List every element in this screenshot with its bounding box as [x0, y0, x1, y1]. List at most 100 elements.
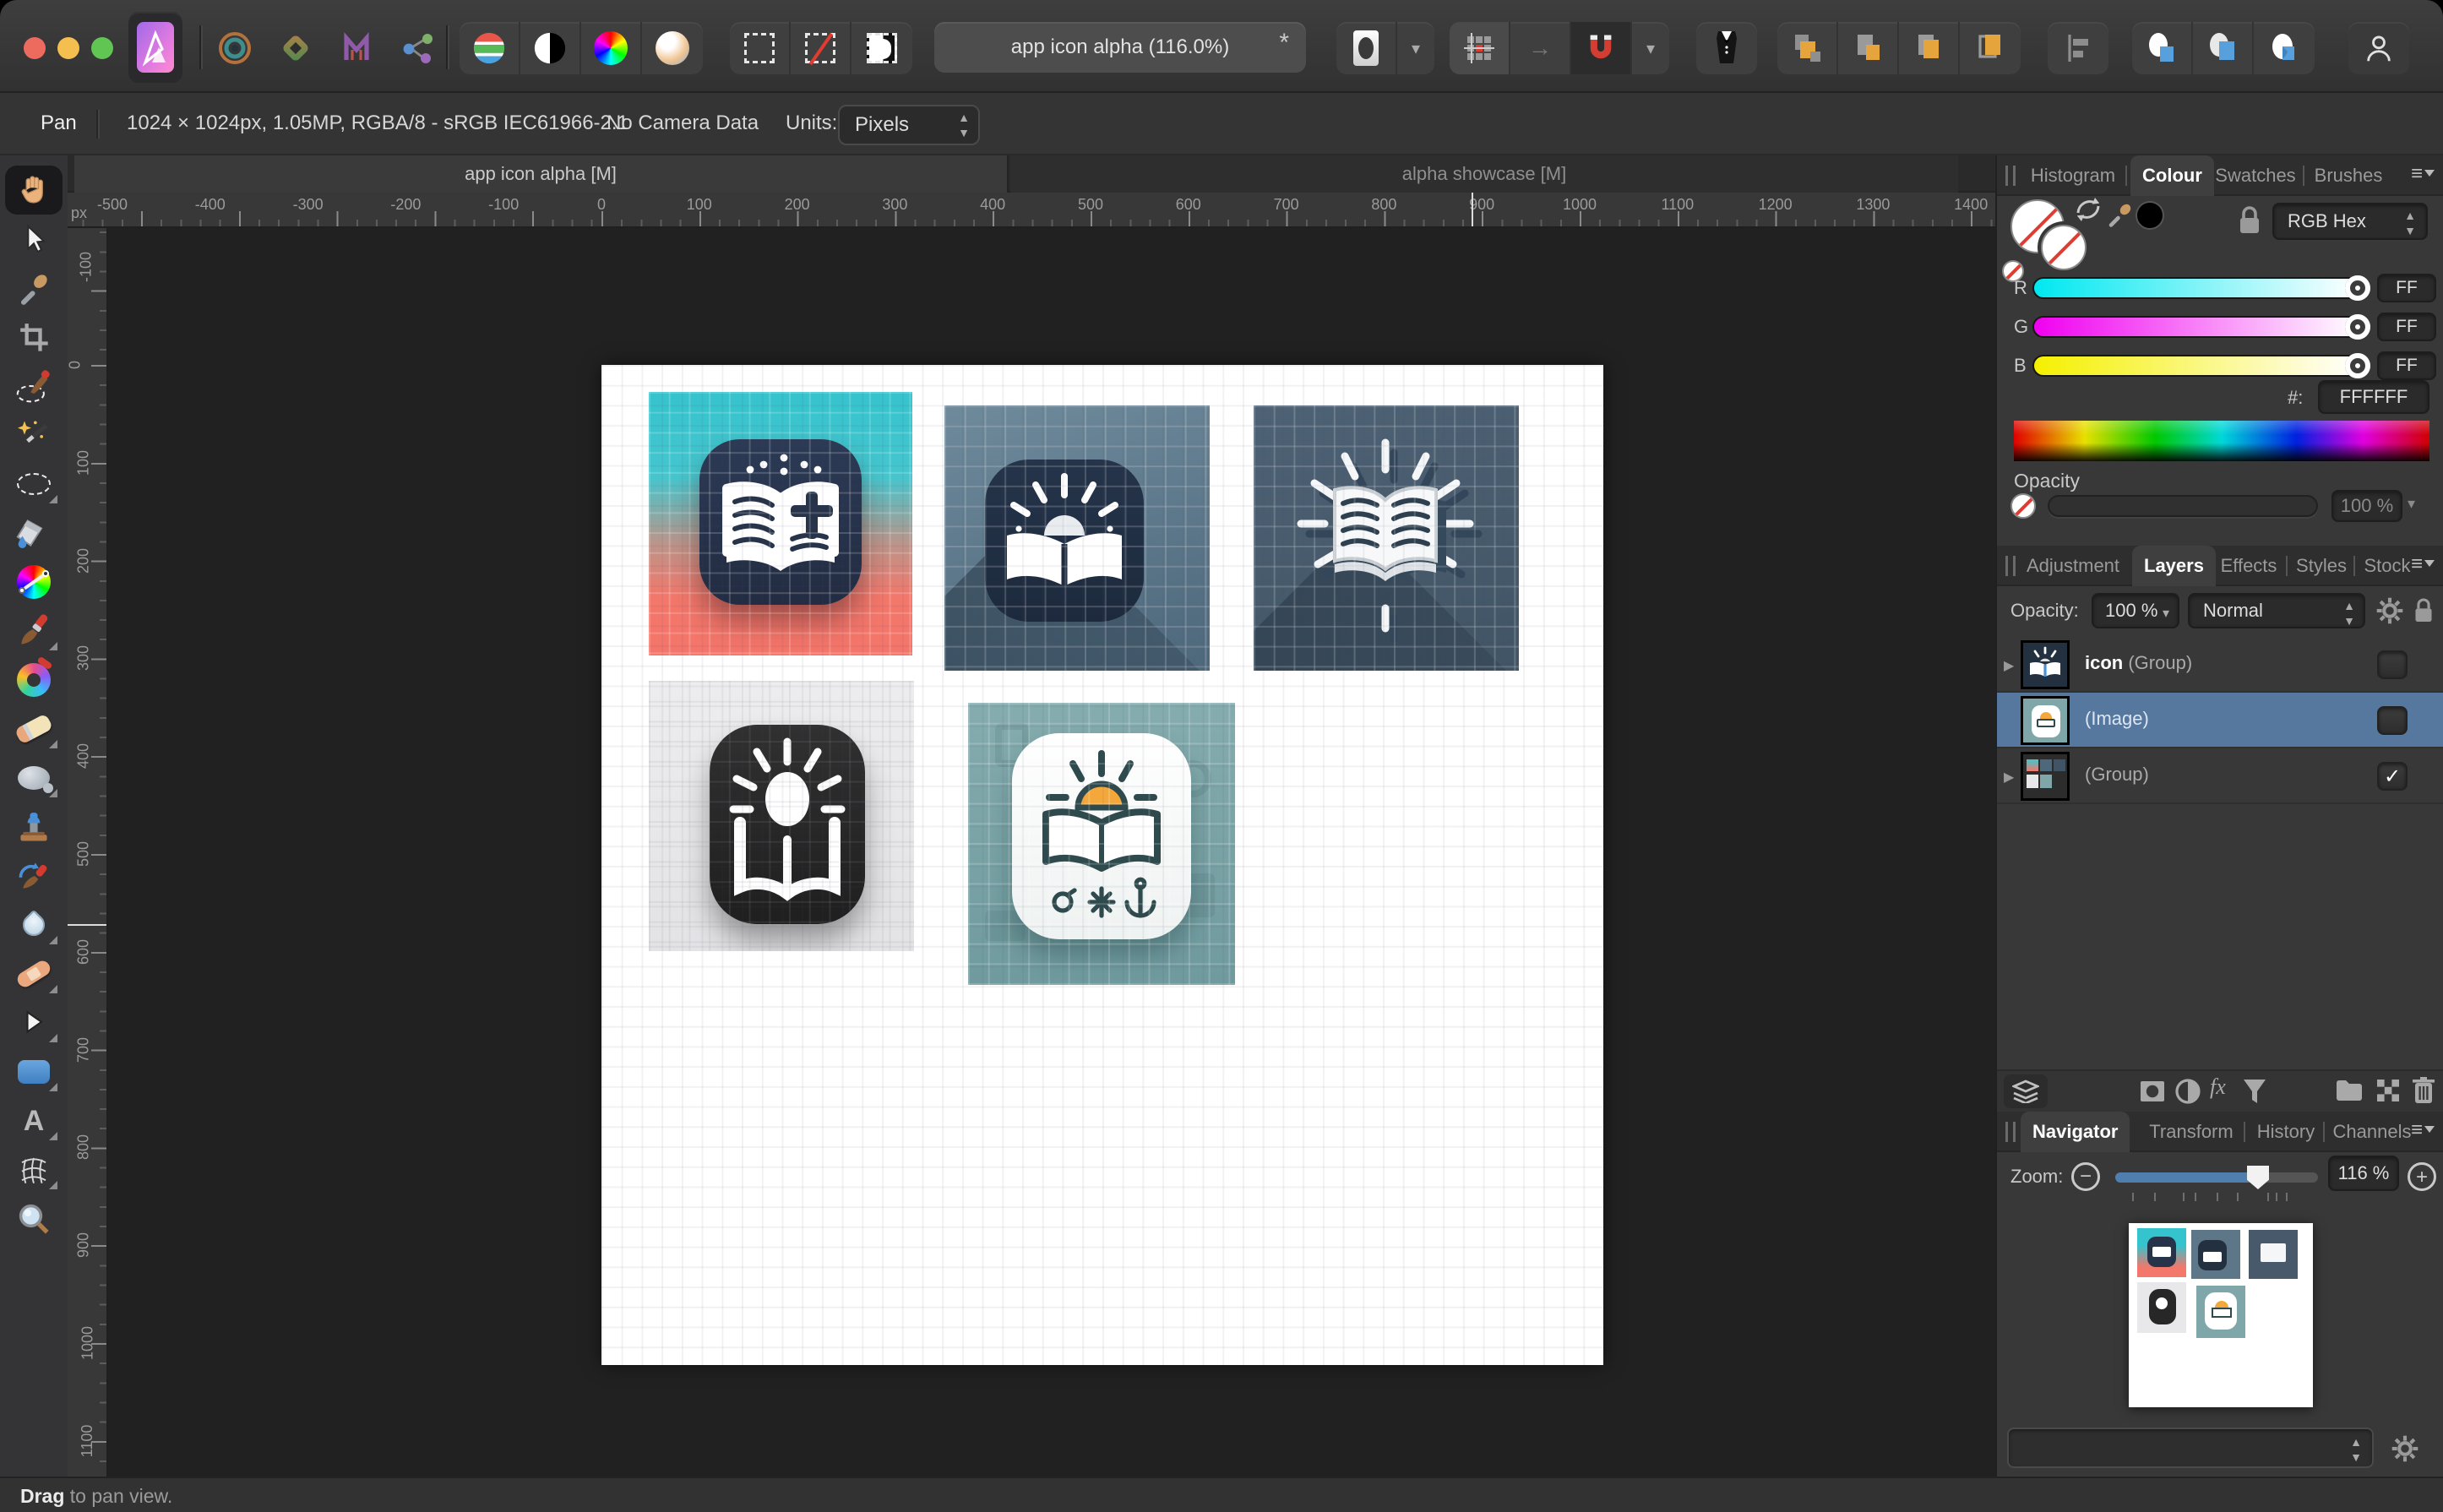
- layers-empty-area[interactable]: [1997, 804, 2443, 1069]
- adjustment-layer-icon[interactable]: [2174, 1078, 2201, 1105]
- sunrise-book-dark-icon[interactable]: [944, 405, 1210, 671]
- red-slider-knob[interactable]: [2345, 275, 2370, 301]
- panel-grip-icon[interactable]: [2005, 166, 2016, 186]
- layer-row-group[interactable]: ▶ (Group) ✓: [1997, 748, 2443, 804]
- boolean-intersect-icon[interactable]: [2254, 22, 2315, 74]
- red-value[interactable]: FF: [2377, 274, 2436, 302]
- colour-opacity-chevron-icon[interactable]: ▾: [2408, 495, 2415, 513]
- navigator-settings-gear-icon[interactable]: [2391, 1434, 2419, 1463]
- swap-colours-icon[interactable]: [2075, 196, 2102, 223]
- layer-lock-icon[interactable]: [2413, 596, 2435, 625]
- zoom-value-field[interactable]: 116 %: [2328, 1156, 2399, 1191]
- tab-transform[interactable]: Transform: [2142, 1112, 2240, 1152]
- paint-brush-tool[interactable]: [5, 606, 63, 655]
- mono-preview-icon[interactable]: [520, 22, 581, 74]
- colour-wheel-preview-icon[interactable]: [581, 22, 642, 74]
- tab-effects[interactable]: Effects: [2213, 546, 2284, 586]
- navigator-preview[interactable]: [2129, 1223, 2313, 1407]
- green-slider-knob[interactable]: [2345, 314, 2370, 340]
- lock-icon[interactable]: [2237, 204, 2262, 237]
- panel-grip-icon[interactable]: [2005, 1122, 2016, 1142]
- sun-book-black-icon[interactable]: [649, 681, 914, 951]
- mask-layer-icon[interactable]: [2139, 1078, 2166, 1105]
- red-slider[interactable]: [2032, 277, 2360, 299]
- tab-layers[interactable]: Layers: [2132, 546, 2216, 586]
- bible-book-gradient-icon[interactable]: [649, 392, 912, 655]
- soft-proof-preview-icon[interactable]: [642, 22, 703, 74]
- colour-picker-tool[interactable]: [5, 264, 63, 313]
- tab-colour[interactable]: Colour: [2130, 155, 2214, 196]
- style-picker-icon[interactable]: [1336, 22, 1397, 74]
- flood-fill-tool[interactable]: [5, 509, 63, 557]
- green-slider[interactable]: [2032, 316, 2360, 338]
- colour-opacity-value[interactable]: 100 %: [2331, 490, 2402, 522]
- blue-slider-knob[interactable]: [2345, 353, 2370, 378]
- assistant-button[interactable]: [1696, 22, 1757, 74]
- rgb-preview-icon[interactable]: [460, 22, 520, 74]
- vertical-ruler[interactable]: -100 0 100 200 300 400 500 600 700 800 900 1000 1100: [68, 228, 108, 1477]
- minimize-button[interactable]: [57, 37, 79, 59]
- fill-colour-swatch[interactable]: [2041, 225, 2087, 270]
- blend-mode-select[interactable]: Normal ▲ ▼: [2188, 593, 2365, 628]
- snapping-grid-icon[interactable]: [1450, 22, 1510, 74]
- erase-tool[interactable]: [5, 704, 63, 753]
- tab-history[interactable]: History: [2250, 1112, 2321, 1152]
- tab-styles[interactable]: Styles: [2291, 546, 2352, 586]
- layer-row-icon-group[interactable]: ▶ icon (Group): [1997, 637, 2443, 693]
- colour-picker-icon[interactable]: [2105, 199, 2136, 230]
- delete-layer-trash-icon[interactable]: [2413, 1076, 2435, 1105]
- zoom-in-button[interactable]: +: [2408, 1162, 2436, 1191]
- move-tool[interactable]: [5, 215, 63, 264]
- canvas-viewport[interactable]: [108, 228, 1995, 1477]
- move-to-back-icon[interactable]: [1777, 22, 1838, 74]
- photo-persona-icon[interactable]: [209, 22, 260, 74]
- develop-persona-icon[interactable]: [331, 22, 382, 74]
- tab-app-icon-alpha[interactable]: app icon alpha [M]: [74, 155, 1009, 193]
- view-tool[interactable]: [5, 166, 63, 215]
- zoom-tool[interactable]: [5, 1194, 63, 1243]
- picked-colour-well[interactable]: [2136, 201, 2164, 230]
- style-picker-chevron-icon[interactable]: ▾: [1397, 22, 1434, 74]
- opacity-none-icon[interactable]: [2010, 493, 2036, 519]
- snapping-magnet-icon[interactable]: [1571, 22, 1632, 74]
- colour-replacement-brush-tool[interactable]: [5, 655, 63, 704]
- layer-row-image-selected[interactable]: (Image): [1997, 693, 2443, 748]
- zoom-out-button[interactable]: −: [2071, 1162, 2100, 1191]
- blue-slider[interactable]: [2032, 355, 2360, 377]
- expand-icon[interactable]: ▶: [2004, 769, 2014, 786]
- zoom-slider[interactable]: [2115, 1166, 2318, 1189]
- document-zoom-selector[interactable]: app icon alpha (116.0%) *: [934, 22, 1306, 73]
- affinity-photo-logo-button[interactable]: [128, 12, 182, 83]
- new-group-folder-icon[interactable]: [2335, 1078, 2364, 1103]
- layer-stack-button[interactable]: [2004, 1074, 2048, 1108]
- colour-model-stepper-icon[interactable]: ▲ ▼: [2404, 208, 2416, 238]
- expand-icon[interactable]: ▶: [2004, 657, 2014, 674]
- layer-thumbnail[interactable]: [2021, 696, 2070, 745]
- tab-channels[interactable]: Channels: [2328, 1112, 2416, 1152]
- marquee-subtract-icon[interactable]: [791, 22, 852, 74]
- radiant-book-navy-icon[interactable]: [1254, 405, 1519, 671]
- layer-thumbnail[interactable]: [2021, 752, 2070, 801]
- green-value[interactable]: FF: [2377, 313, 2436, 341]
- crop-tool[interactable]: [5, 313, 63, 362]
- healing-brush-tool[interactable]: [5, 949, 63, 998]
- view-point-select[interactable]: ▲ ▼: [2007, 1428, 2374, 1468]
- marquee-intersect-icon[interactable]: [852, 22, 912, 74]
- liquify-persona-icon[interactable]: [270, 22, 321, 74]
- marquee-new-icon[interactable]: [730, 22, 791, 74]
- account-button[interactable]: [2348, 22, 2409, 74]
- colour-model-select[interactable]: RGB Hex ▲ ▼: [2272, 203, 2428, 240]
- forward-one-icon[interactable]: [1899, 22, 1960, 74]
- undo-brush-tool[interactable]: [5, 851, 63, 900]
- layer-visibility-checkbox[interactable]: [2377, 650, 2408, 679]
- new-layer-icon[interactable]: [2375, 1078, 2401, 1103]
- tab-navigator[interactable]: Navigator: [2021, 1112, 2130, 1152]
- blur-tool[interactable]: [5, 900, 63, 949]
- blend-mode-stepper-icon[interactable]: ▲ ▼: [2343, 598, 2355, 628]
- spectrum-picker[interactable]: [2014, 421, 2429, 461]
- tab-adjustment[interactable]: Adjustment: [2021, 546, 2125, 586]
- fx-layer-icon[interactable]: fx: [2210, 1074, 2226, 1100]
- layer-thumbnail[interactable]: [2021, 640, 2070, 689]
- text-tool[interactable]: A: [5, 1096, 63, 1145]
- close-button[interactable]: [24, 37, 46, 59]
